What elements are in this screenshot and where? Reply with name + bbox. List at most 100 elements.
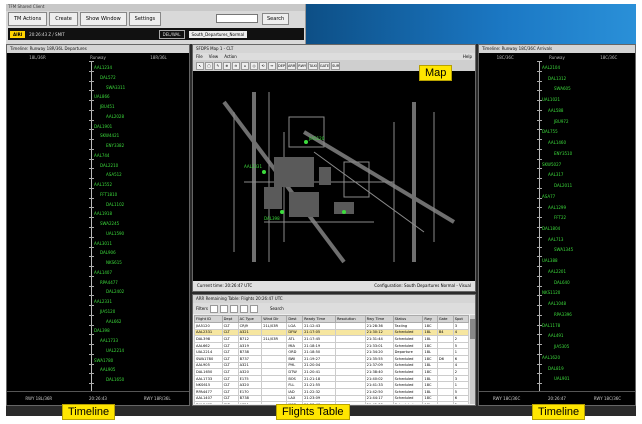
timeline-flight-label[interactable]: DAL572: [100, 75, 116, 80]
timeline-flight-label[interactable]: AAL2028: [106, 114, 124, 119]
column-header[interactable]: Resolution: [334, 315, 366, 323]
timeline-flight-label[interactable]: AAL713: [548, 237, 563, 242]
table-row[interactable]: RPA4477 CLT E170 IAD 21:22:32 21:42:50 Schedul…: [194, 387, 469, 396]
timeline-flight-label[interactable]: JIA5120: [100, 309, 115, 314]
timeline-flight-label[interactable]: DAL2402: [106, 289, 124, 294]
column-header[interactable]: Status: [392, 315, 424, 323]
map-tool-button[interactable]: ↔: [268, 61, 276, 70]
timeline-flight-label[interactable]: JBU451: [100, 104, 115, 109]
map-tool-button[interactable]: ✎: [214, 61, 222, 70]
timeline-flight-label[interactable]: DAL1901: [94, 124, 112, 129]
timeline-flight-label[interactable]: AAL1620: [542, 355, 560, 360]
table-row[interactable]: SWA1780 CLT B737 BWI 21:19:27 21:35:55 Schedul…: [194, 354, 469, 363]
timeline-flight-label[interactable]: AAL1299: [548, 205, 566, 210]
column-header[interactable]: Dest: [286, 315, 304, 323]
table-row[interactable]: JIA5120 CLT CRJ9 21L/03R LGA 21:12:43 21:28:36…: [194, 322, 469, 330]
column-header[interactable]: Dept: [221, 315, 239, 323]
timeline-flight-label[interactable]: JBU972: [554, 119, 569, 124]
timeline-flight-label[interactable]: AAL1407: [94, 270, 112, 275]
timeline-flight-label[interactable]: AAL2104: [542, 65, 560, 70]
timeline-flight-label[interactable]: ASA512: [106, 172, 122, 177]
timeline-flight-label[interactable]: UAL1590: [106, 231, 124, 236]
column-header[interactable]: Rwy Time: [364, 315, 394, 323]
columns-icon[interactable]: [230, 304, 238, 313]
menu-create[interactable]: Create: [49, 12, 78, 26]
timeline-flight-label[interactable]: AAL744: [94, 153, 109, 158]
timeline-flight-label[interactable]: SWA1780: [94, 358, 113, 363]
timeline-flight-label[interactable]: DAL819: [548, 366, 564, 371]
table-row[interactable]: DAL398 CLT B712 21L/03R ATL 21:17:45 21:31:44 S…: [194, 335, 469, 343]
table-row[interactable]: DAL1650 CLT A320 DTW 21:20:41 21:38:40 Schedul…: [194, 368, 469, 376]
map-tool-button[interactable]: GATE: [318, 61, 331, 70]
timeline-flight-label[interactable]: ASA77: [542, 194, 555, 199]
timeline-flight-label[interactable]: AAL1460: [548, 140, 566, 145]
table-row[interactable]: AAL1407 CLT B738 LAX 21:23:09 21:44:17 Schedul…: [194, 394, 469, 403]
timeline-flight-label[interactable]: AAL2201: [548, 269, 566, 274]
timeline-flight-label[interactable]: RPA3396: [554, 312, 572, 317]
timeline-flight-label[interactable]: SKW4421: [100, 133, 119, 138]
timeline-flight-label[interactable]: AAL2331: [94, 299, 112, 304]
timeline-flight-label[interactable]: SKW5027: [542, 162, 561, 167]
timeline-flight-label[interactable]: AAL588: [548, 108, 563, 113]
table-row[interactable]: UAL2214 CLT B738 ORD 21:18:50 21:34:20 Departu…: [194, 348, 469, 356]
timeline-flight-label[interactable]: NKS615: [106, 260, 122, 265]
refresh-icon[interactable]: [240, 304, 248, 313]
timeline-flight-label[interactable]: AAL491: [548, 333, 563, 338]
flights-scrollbar[interactable]: [470, 315, 475, 404]
timeline-flight-label[interactable]: AAL317: [548, 172, 563, 177]
table-row[interactable]: AAL662 CLT A319 MIA 21:18:19 21:33:01 Schedule…: [194, 341, 469, 350]
timeline-flight-label[interactable]: DAL906: [100, 250, 116, 255]
grid-icon[interactable]: [220, 304, 228, 313]
timeline-flight-label[interactable]: ENY3382: [106, 143, 124, 148]
config-select[interactable]: South_Departures_Normal: [188, 30, 248, 38]
timeline-flight-label[interactable]: DAL1312: [548, 76, 566, 81]
left-timeline-track[interactable]: AAL1234 DAL572 SWA3311 UAL866 JBU451 AAL2028 D…: [7, 61, 189, 391]
column-header[interactable]: Spot: [452, 315, 469, 323]
menu-settings[interactable]: Settings: [128, 12, 162, 26]
timeline-flight-label[interactable]: AAL905: [100, 367, 115, 372]
map-tool-button[interactable]: ⟲: [259, 61, 267, 70]
timeline-flight-label[interactable]: DAL640: [554, 280, 570, 285]
timeline-flight-label[interactable]: AAL1733: [100, 338, 118, 343]
timeline-flight-label[interactable]: DAL398: [94, 328, 110, 333]
timeline-flight-label[interactable]: UAL2214: [106, 348, 124, 353]
timeline-flight-label[interactable]: FFT22: [554, 215, 566, 220]
search-button[interactable]: Search: [262, 13, 290, 25]
timeline-flight-label[interactable]: DAL1178: [542, 323, 560, 328]
timeline-flight-label[interactable]: AAL1552: [94, 182, 112, 187]
right-timeline-track[interactable]: AAL2104 DAL1312 SWA605 UAL1021 AAL588 JBU972 D…: [479, 61, 635, 391]
map-tool-button[interactable]: SUR: [331, 61, 341, 70]
map-tool-button[interactable]: ↖: [196, 61, 204, 70]
timeline-flight-label[interactable]: UAL866: [94, 94, 110, 99]
search-input[interactable]: [216, 14, 258, 23]
runway-field[interactable]: DEL/WAL: [158, 29, 185, 39]
map-menu-view[interactable]: View: [209, 54, 219, 59]
timeline-flight-label[interactable]: ENY3510: [554, 151, 572, 156]
menu-tm-actions[interactable]: TM Actions: [8, 12, 48, 26]
map-tool-button[interactable]: ⊕: [223, 61, 231, 70]
timeline-flight-label[interactable]: DAL1650: [106, 377, 124, 382]
timeline-flight-label[interactable]: JIA5305: [554, 344, 569, 349]
timeline-flight-label[interactable]: UAL901: [554, 376, 570, 381]
column-header[interactable]: AC Type: [237, 315, 263, 323]
filter-icon[interactable]: [210, 304, 218, 313]
map-tool-button[interactable]: TAXI: [308, 61, 318, 70]
column-header[interactable]: Gate: [436, 315, 454, 323]
map-menu-action[interactable]: Action: [224, 54, 237, 59]
menu-show-window[interactable]: Show Window: [79, 12, 127, 26]
timeline-flight-label[interactable]: NKS1120: [542, 290, 560, 295]
timeline-flight-label[interactable]: FFT1810: [100, 192, 117, 197]
timeline-flight-label[interactable]: RPA4477: [100, 280, 118, 285]
timeline-flight-label[interactable]: DAL2011: [554, 183, 572, 188]
timeline-flight-label[interactable]: UAL388: [542, 258, 558, 263]
map-tool-button[interactable]: ARR: [287, 61, 297, 70]
timeline-flight-label[interactable]: DAL755: [542, 129, 558, 134]
timeline-flight-label[interactable]: DAL2210: [100, 163, 118, 168]
clear-icon[interactable]: [250, 304, 258, 313]
timeline-flight-label[interactable]: AAL3011: [94, 241, 112, 246]
column-header[interactable]: Wind Dir: [261, 315, 288, 323]
map-menu-help[interactable]: Help: [463, 54, 472, 59]
timeline-flight-label[interactable]: SWA1345: [554, 247, 573, 252]
map-tool-button[interactable]: ⊖: [232, 61, 240, 70]
timeline-flight-label[interactable]: AAL1234: [94, 65, 112, 70]
